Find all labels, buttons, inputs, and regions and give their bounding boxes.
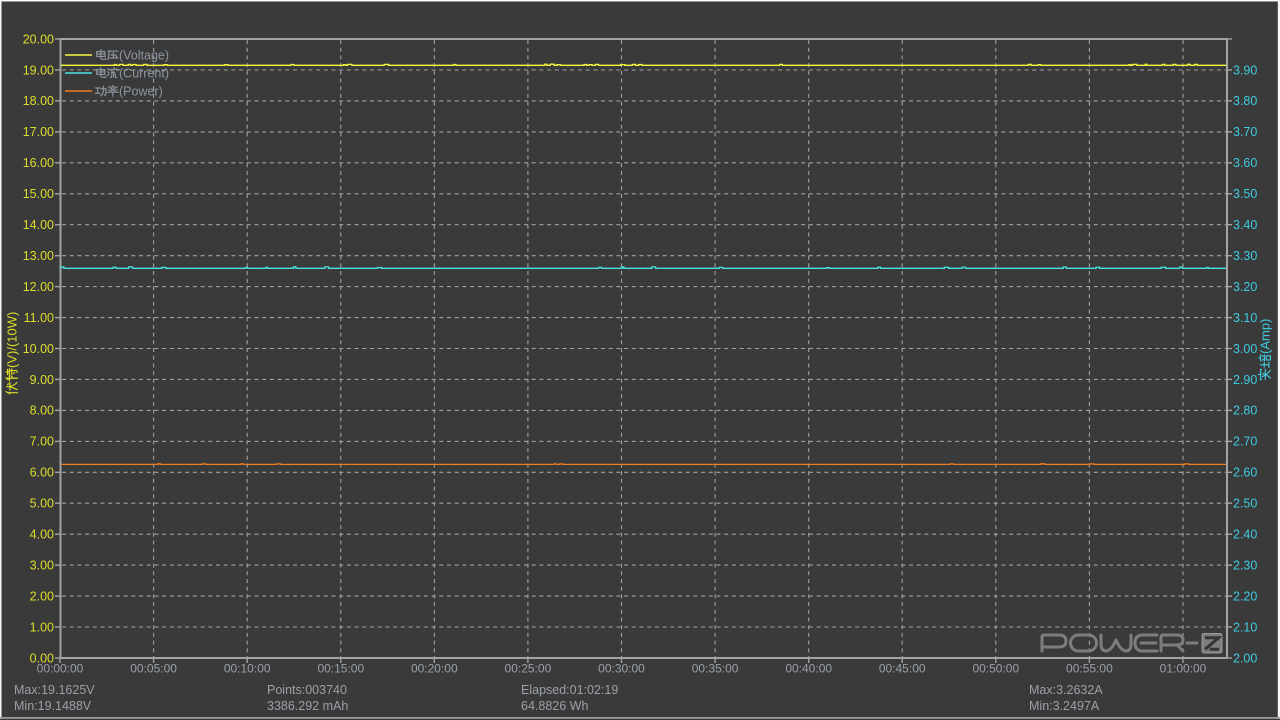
svg-text:00:10:00: 00:10:00 — [224, 662, 271, 676]
svg-text:(Amp): (Amp) — [1258, 319, 1273, 354]
svg-text:3.00: 3.00 — [30, 558, 54, 572]
svg-text:18.00: 18.00 — [23, 94, 54, 108]
svg-text:(Voltage): (Voltage) — [119, 48, 169, 62]
svg-text:00:35:00: 00:35:00 — [692, 662, 739, 676]
svg-text:13.00: 13.00 — [23, 249, 54, 263]
svg-text:3.60: 3.60 — [1233, 156, 1257, 170]
svg-text:Points:003740: Points:003740 — [267, 683, 347, 697]
svg-text:3.10: 3.10 — [1233, 311, 1257, 325]
svg-text:2.10: 2.10 — [1233, 620, 1257, 634]
svg-text:Max:3.2632A: Max:3.2632A — [1029, 683, 1103, 697]
svg-text:Elapsed:01:02:19: Elapsed:01:02:19 — [521, 683, 618, 697]
svg-text:00:30:00: 00:30:00 — [598, 662, 645, 676]
svg-text:11.00: 11.00 — [24, 311, 54, 325]
svg-text:3.90: 3.90 — [1233, 63, 1257, 77]
svg-text:2.90: 2.90 — [1233, 373, 1257, 387]
svg-text:2.70: 2.70 — [1233, 435, 1257, 449]
svg-text:14.00: 14.00 — [23, 218, 54, 232]
svg-text:12.00: 12.00 — [23, 280, 54, 294]
svg-text:10.00: 10.00 — [23, 342, 54, 356]
svg-text:00:50:00: 00:50:00 — [972, 662, 1019, 676]
svg-text:3.40: 3.40 — [1233, 218, 1257, 232]
svg-text:2.30: 2.30 — [1233, 558, 1257, 572]
svg-text:3386.292 mAh: 3386.292 mAh — [267, 699, 348, 713]
svg-text:(Current): (Current) — [119, 66, 169, 80]
svg-text:3.80: 3.80 — [1233, 94, 1257, 108]
svg-text:6.00: 6.00 — [30, 466, 54, 480]
svg-text:00:40:00: 00:40:00 — [785, 662, 832, 676]
svg-text:2.40: 2.40 — [1233, 528, 1257, 542]
svg-text:00:20:00: 00:20:00 — [411, 662, 458, 676]
svg-text:17.00: 17.00 — [23, 125, 54, 139]
svg-text:7.00: 7.00 — [30, 435, 54, 449]
svg-text:(Power): (Power) — [119, 84, 163, 98]
svg-text:5.00: 5.00 — [30, 497, 54, 511]
svg-text:00:25:00: 00:25:00 — [505, 662, 552, 676]
svg-text:Min:19.1488V: Min:19.1488V — [14, 699, 92, 713]
svg-text:2.20: 2.20 — [1233, 589, 1257, 603]
svg-text:00:45:00: 00:45:00 — [879, 662, 926, 676]
svg-text:00:05:00: 00:05:00 — [130, 662, 177, 676]
svg-text:3.30: 3.30 — [1233, 249, 1257, 263]
svg-text:64.8826 Wh: 64.8826 Wh — [521, 699, 588, 713]
svg-text:2.60: 2.60 — [1233, 466, 1257, 480]
svg-text:4.00: 4.00 — [30, 528, 54, 542]
svg-text:19.00: 19.00 — [23, 63, 54, 77]
svg-text:Max:19.1625V: Max:19.1625V — [14, 683, 95, 697]
svg-text:1.00: 1.00 — [30, 620, 54, 634]
svg-text:(V)/(10W): (V)/(10W) — [5, 312, 20, 368]
svg-text:9.00: 9.00 — [30, 373, 54, 387]
svg-text:01:00:00: 01:00:00 — [1160, 662, 1207, 676]
svg-text:16.00: 16.00 — [23, 156, 54, 170]
svg-text:Min:3.2497A: Min:3.2497A — [1029, 699, 1100, 713]
svg-text:2.50: 2.50 — [1233, 497, 1257, 511]
svg-text:3.00: 3.00 — [1233, 342, 1257, 356]
svg-text:2.00: 2.00 — [1233, 651, 1257, 665]
svg-text:3.50: 3.50 — [1233, 187, 1257, 201]
svg-text:3.70: 3.70 — [1233, 125, 1257, 139]
svg-text:2.80: 2.80 — [1233, 404, 1257, 418]
svg-text:2.00: 2.00 — [30, 589, 54, 603]
svg-text:3.20: 3.20 — [1233, 280, 1257, 294]
svg-text:20.00: 20.00 — [23, 32, 54, 46]
svg-text:00:55:00: 00:55:00 — [1066, 662, 1113, 676]
svg-text:8.00: 8.00 — [30, 404, 54, 418]
svg-text:00:15:00: 00:15:00 — [317, 662, 364, 676]
svg-text:00:00:00: 00:00:00 — [37, 662, 84, 676]
svg-text:15.00: 15.00 — [23, 187, 54, 201]
